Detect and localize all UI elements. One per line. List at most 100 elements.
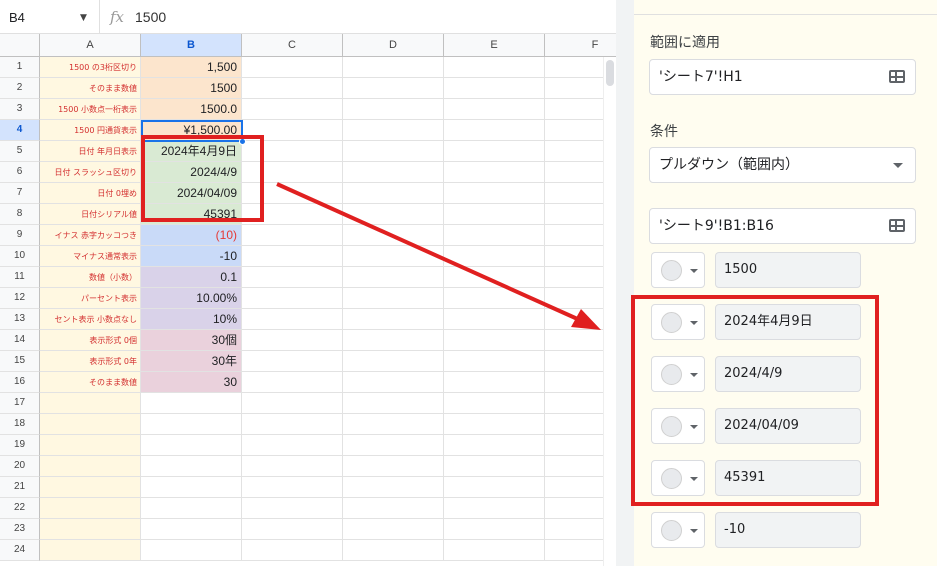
cell-empty[interactable] xyxy=(343,498,444,519)
chevron-down-icon[interactable] xyxy=(893,163,903,168)
cell-empty[interactable] xyxy=(444,351,545,372)
cell-empty[interactable] xyxy=(444,225,545,246)
formula-input[interactable]: 1500 xyxy=(135,9,166,25)
cell-a[interactable]: そのまま数値 xyxy=(40,372,141,393)
cell-a[interactable]: 1500 小数点一桁表示 xyxy=(40,99,141,120)
cell-empty[interactable] xyxy=(343,372,444,393)
cell-empty[interactable] xyxy=(444,57,545,78)
cell-empty[interactable] xyxy=(444,288,545,309)
option-value-field[interactable]: -10 xyxy=(715,512,861,548)
cell-empty[interactable] xyxy=(343,456,444,477)
cell-empty[interactable] xyxy=(242,393,343,414)
cell-b[interactable] xyxy=(141,477,242,498)
cell-b[interactable]: 30年 xyxy=(141,351,242,372)
option-value-field[interactable]: 1500 xyxy=(715,252,861,288)
cell-b[interactable]: 1500 xyxy=(141,78,242,99)
cell-empty[interactable] xyxy=(444,267,545,288)
cell-empty[interactable] xyxy=(343,225,444,246)
row-header[interactable]: 17 xyxy=(0,393,40,414)
cell-a[interactable]: マイナス通常表示 xyxy=(40,246,141,267)
cell-a[interactable]: イナス 赤字カッコつき xyxy=(40,225,141,246)
cell-b[interactable]: (10) xyxy=(141,225,242,246)
cell-empty[interactable] xyxy=(444,120,545,141)
cell-empty[interactable] xyxy=(444,519,545,540)
cell-empty[interactable] xyxy=(242,372,343,393)
row-header[interactable]: 15 xyxy=(0,351,40,372)
cell-empty[interactable] xyxy=(343,330,444,351)
cell-b[interactable]: 10.00% xyxy=(141,288,242,309)
row-header[interactable]: 21 xyxy=(0,477,40,498)
row-header[interactable]: 4 xyxy=(0,120,40,141)
name-box[interactable]: B4 ▼ xyxy=(0,0,100,34)
cell-a[interactable]: 表示形式 0個 xyxy=(40,330,141,351)
row-header[interactable]: 18 xyxy=(0,414,40,435)
cell-a[interactable] xyxy=(40,519,141,540)
row-header[interactable]: 22 xyxy=(0,498,40,519)
cell-a[interactable]: パーセント表示 xyxy=(40,288,141,309)
cell-empty[interactable] xyxy=(444,309,545,330)
cell-empty[interactable] xyxy=(242,57,343,78)
cell-empty[interactable] xyxy=(444,498,545,519)
cell-empty[interactable] xyxy=(242,99,343,120)
cell-empty[interactable] xyxy=(242,351,343,372)
cell-a[interactable]: 日付シリアル値 xyxy=(40,204,141,225)
cell-empty[interactable] xyxy=(343,414,444,435)
cell-a[interactable] xyxy=(40,477,141,498)
row-header[interactable]: 1 xyxy=(0,57,40,78)
cell-b[interactable] xyxy=(141,540,242,561)
cell-empty[interactable] xyxy=(343,477,444,498)
row-header[interactable]: 5 xyxy=(0,141,40,162)
cell-empty[interactable] xyxy=(343,99,444,120)
cell-b[interactable] xyxy=(141,414,242,435)
cell-empty[interactable] xyxy=(343,435,444,456)
column-header-c[interactable]: C xyxy=(242,34,343,57)
cell-a[interactable] xyxy=(40,498,141,519)
row-header[interactable]: 13 xyxy=(0,309,40,330)
cell-empty[interactable] xyxy=(444,435,545,456)
cell-empty[interactable] xyxy=(343,162,444,183)
cell-empty[interactable] xyxy=(242,288,343,309)
column-header-d[interactable]: D xyxy=(343,34,444,57)
row-header[interactable]: 7 xyxy=(0,183,40,204)
cell-empty[interactable] xyxy=(444,99,545,120)
cell-empty[interactable] xyxy=(343,267,444,288)
cell-a[interactable]: 日付 0埋め xyxy=(40,183,141,204)
row-header[interactable]: 19 xyxy=(0,435,40,456)
cell-empty[interactable] xyxy=(444,393,545,414)
cell-empty[interactable] xyxy=(444,540,545,561)
cell-a[interactable] xyxy=(40,393,141,414)
row-header[interactable]: 11 xyxy=(0,267,40,288)
cell-empty[interactable] xyxy=(444,330,545,351)
cell-a[interactable]: 1500 の3桁区切り xyxy=(40,57,141,78)
cell-empty[interactable] xyxy=(242,540,343,561)
cell-empty[interactable] xyxy=(444,414,545,435)
cell-a[interactable]: 数値（小数） xyxy=(40,267,141,288)
scrollbar-thumb[interactable] xyxy=(606,60,614,86)
cell-b[interactable]: 1,500 xyxy=(141,57,242,78)
cell-empty[interactable] xyxy=(444,477,545,498)
row-header[interactable]: 16 xyxy=(0,372,40,393)
cell-empty[interactable] xyxy=(444,141,545,162)
cell-b[interactable]: -10 xyxy=(141,246,242,267)
cell-empty[interactable] xyxy=(444,372,545,393)
source-range-input[interactable]: 'シート9'!B1:B16 xyxy=(649,208,916,244)
cell-a[interactable] xyxy=(40,414,141,435)
vertical-scrollbar[interactable] xyxy=(603,57,616,566)
cell-b[interactable]: 0.1 xyxy=(141,267,242,288)
cell-b[interactable] xyxy=(141,519,242,540)
column-header-f[interactable]: F xyxy=(545,34,616,57)
column-header-e[interactable]: E xyxy=(444,34,545,57)
row-header[interactable]: 23 xyxy=(0,519,40,540)
cell-empty[interactable] xyxy=(343,141,444,162)
cell-empty[interactable] xyxy=(343,246,444,267)
cell-b[interactable] xyxy=(141,435,242,456)
cell-empty[interactable] xyxy=(343,393,444,414)
cell-empty[interactable] xyxy=(444,162,545,183)
cell-a[interactable]: セント表示 小数点なし xyxy=(40,309,141,330)
cell-empty[interactable] xyxy=(444,204,545,225)
cell-b[interactable]: 1500.0 xyxy=(141,99,242,120)
select-all-corner[interactable] xyxy=(0,34,40,57)
cell-empty[interactable] xyxy=(242,78,343,99)
cell-empty[interactable] xyxy=(343,183,444,204)
cell-a[interactable]: 日付 年月日表示 xyxy=(40,141,141,162)
